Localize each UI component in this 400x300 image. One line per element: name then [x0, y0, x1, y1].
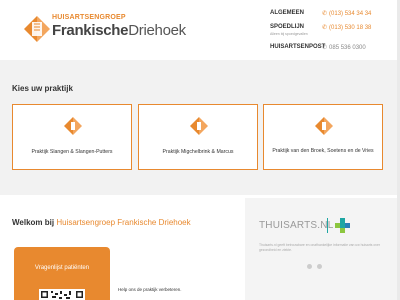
- vragenlijst-label: Vragenlijst patiënten: [34, 265, 90, 271]
- social-link[interactable]: [307, 264, 312, 269]
- thuisarts-logo[interactable]: THUISARTS.NL: [259, 220, 333, 231]
- thuisarts-description: Thuisarts.nl geeft betrouwbare en onafha…: [259, 243, 380, 252]
- phone-icon: ✆: [322, 45, 328, 51]
- phone-icon: ✆: [322, 25, 328, 31]
- contact-label: SPOEDLIJN: [270, 24, 305, 30]
- contact-note: Alleen bij spoedgevallen: [270, 32, 308, 36]
- praktijk-diamond-icon: [315, 117, 333, 135]
- praktijk-card[interactable]: Praktijk Migchelbrink & Marcus: [138, 104, 258, 170]
- social-link[interactable]: [317, 264, 322, 269]
- logo-subtitle: HUISARTSENGROEP: [52, 14, 126, 21]
- praktijk-card-label: Praktijk van den Broek, Soetens en de Vr…: [272, 148, 374, 154]
- contact-phone-link[interactable]: ✆ (013) 534 34 34: [322, 10, 371, 17]
- logo-title: FrankischeDriehoek: [52, 22, 186, 39]
- praktijk-card-label: Praktijk Migchelbrink & Marcus: [162, 149, 234, 155]
- praktijk-diamond-icon: [190, 117, 208, 135]
- phone-icon: ✆: [322, 11, 328, 17]
- praktijk-section: Kies uw praktijk Praktijk Slangen & Slan…: [0, 60, 400, 195]
- thuisarts-plus-icon: [335, 218, 350, 233]
- logo-diamond-icon: [24, 16, 50, 42]
- site-logo[interactable]: HUISARTSENGROEP FrankischeDriehoek: [20, 12, 186, 46]
- contact-phone-link[interactable]: ✆ (013) 530 18 38: [322, 24, 371, 31]
- help-text: Help ons de praktijk verbeteren.: [118, 287, 182, 292]
- site-header: HUISARTSENGROEP FrankischeDriehoek ALGEM…: [0, 0, 400, 60]
- praktijk-card-label: Praktijk Slangen & Slangen-Putters: [31, 149, 113, 155]
- praktijk-diamond-icon: [64, 117, 82, 135]
- vragenlijst-button[interactable]: Vragenlijst patiënten: [14, 247, 110, 300]
- contact-label: ALGEMEEN: [270, 10, 305, 16]
- thuisarts-widget: THUISARTS.NL Thuisarts.nl geeft betrouwb…: [245, 198, 400, 300]
- praktijk-card[interactable]: Praktijk Slangen & Slangen-Putters: [12, 104, 132, 170]
- contact-phone-link[interactable]: ✆ 085 536 0300: [322, 44, 366, 51]
- contact-block: ALGEMEEN ✆ (013) 534 34 34 SPOEDLIJN ✆ (01…: [270, 9, 395, 55]
- contact-label: HUISARTSENPOST: [270, 44, 326, 50]
- qr-code-icon: [39, 289, 85, 300]
- section-title: Kies uw praktijk: [12, 84, 73, 93]
- linkedin-icon: [317, 264, 322, 269]
- welcome-heading: Welkom bij Huisartsengroep Frankische Dr…: [12, 218, 191, 227]
- praktijk-card[interactable]: Praktijk van den Broek, Soetens en de Vr…: [263, 104, 383, 170]
- twitter-icon: [307, 264, 312, 269]
- logo-divider: [327, 218, 328, 233]
